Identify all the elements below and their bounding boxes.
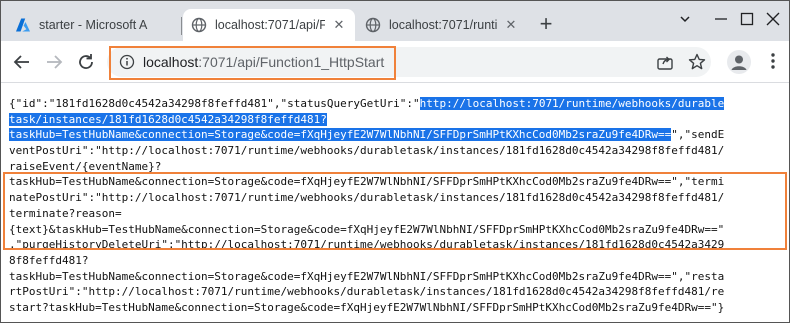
close-window-icon[interactable] <box>761 7 785 31</box>
back-arrow-icon[interactable] <box>11 51 33 73</box>
json-text: ","sendE <box>671 128 725 142</box>
selected-text: taskHub=TestHubName&connection=Storage&c… <box>9 128 672 142</box>
json-text: start?taskHub=TestHubName&connection=Sto… <box>9 300 725 314</box>
new-tab-button[interactable]: + <box>535 13 557 36</box>
json-text: taskHub=TestHubName&connection=Storage&c… <box>9 269 725 283</box>
json-line: task/instances/181fd1628d0c4542a34298f8f… <box>9 112 785 128</box>
json-line: rtPostUri":"http://localhost:7071/runtim… <box>9 284 785 300</box>
maximize-icon[interactable] <box>735 7 759 31</box>
tab-title: localhost:7071/api/F <box>215 18 325 32</box>
selected-text: task/instances/181fd1628d0c4542a34298f8f… <box>9 112 327 126</box>
json-line: taskHub=TestHubName&connection=Storage&c… <box>9 269 785 285</box>
globe-icon <box>365 17 381 33</box>
json-line: {"id":"181fd1628d0c4542a34298f8feffd481"… <box>9 96 785 112</box>
json-text: rtPostUri":"http://localhost:7071/runtim… <box>9 285 725 299</box>
json-line: taskHub=TestHubName&connection=Storage&c… <box>9 127 785 143</box>
tab-runtime[interactable]: localhost:7071/runti ✕ <box>357 9 527 41</box>
tab-strip: starter - Microsoft A localhost:7071/api… <box>1 1 789 41</box>
profile-icon <box>731 55 747 70</box>
chevron-down-icon[interactable] <box>673 7 697 31</box>
json-text: raiseEvent/{eventName}? <box>9 159 162 173</box>
json-text: ventPostUri":"http://localhost:7071/runt… <box>9 144 725 158</box>
close-tab-icon[interactable]: ✕ <box>503 17 519 33</box>
globe-icon <box>191 17 207 33</box>
json-line: 8f8feffd481? <box>9 253 785 269</box>
status-uri-highlight-box <box>3 172 787 250</box>
reload-icon[interactable] <box>75 51 97 73</box>
tab-title: localhost:7071/runti <box>389 18 497 32</box>
profile-avatar[interactable] <box>727 50 751 74</box>
share-icon[interactable] <box>655 52 675 72</box>
page-content: {"id":"181fd1628d0c4542a34298f8feffd481"… <box>1 84 789 322</box>
json-text: 8f8feffd481? <box>9 253 89 267</box>
forward-arrow-icon[interactable] <box>43 51 65 73</box>
selected-text: http://localhost:7071/runtime/webhooks/d… <box>419 97 725 110</box>
close-tab-icon[interactable]: ✕ <box>331 17 347 33</box>
tab-starter[interactable]: starter - Microsoft A <box>7 9 179 41</box>
minimize-icon[interactable] <box>709 7 733 31</box>
json-line: start?taskHub=TestHubName&connection=Sto… <box>9 300 785 316</box>
json-line: ventPostUri":"http://localhost:7071/runt… <box>9 143 785 159</box>
azure-icon <box>16 18 30 32</box>
tab-title: starter - Microsoft A <box>39 18 148 32</box>
json-text: {"id":"181fd1628d0c4542a34298f8feffd481"… <box>9 97 420 110</box>
address-highlight-box <box>109 46 396 80</box>
browser-window: starter - Microsoft A localhost:7071/api… <box>0 0 790 323</box>
more-menu-icon[interactable] <box>763 51 783 71</box>
bookmark-star-icon[interactable] <box>687 52 707 72</box>
tab-function-start[interactable]: localhost:7071/api/F ✕ <box>183 9 355 41</box>
tab-divider <box>181 17 182 35</box>
